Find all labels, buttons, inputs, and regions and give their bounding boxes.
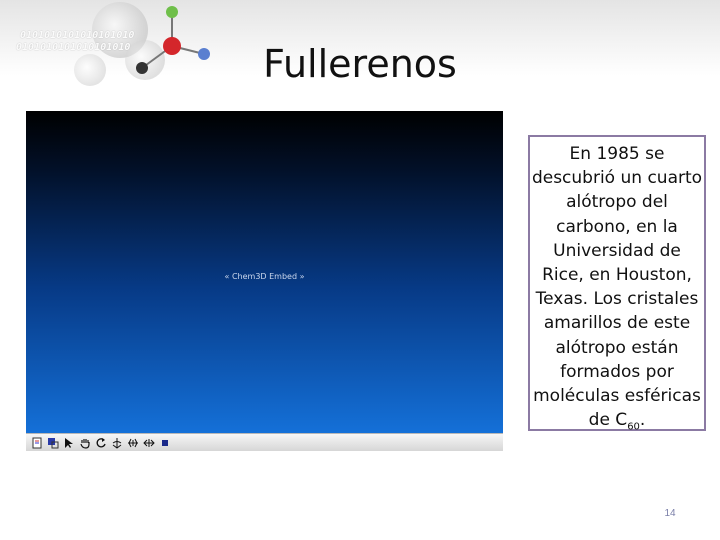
description-text: En 1985 se descubrió un cuarto alótropo …	[531, 142, 703, 432]
rotate-z-icon[interactable]	[142, 436, 155, 450]
stop-icon[interactable]	[158, 436, 171, 450]
chem3d-embed-viewport[interactable]: « Chem3D Embed »	[26, 111, 503, 433]
molecule-model-icon	[74, 2, 210, 86]
rotate-x-icon[interactable]	[110, 436, 123, 450]
chem3d-toolbar	[26, 433, 503, 451]
description-end: .	[639, 410, 646, 431]
page-icon[interactable]	[30, 436, 43, 450]
binary-text-1: 0101010101010101010	[20, 30, 135, 41]
description-textbox: En 1985 se descubrió un cuarto alótropo …	[528, 135, 706, 432]
rotate-icon[interactable]	[94, 436, 107, 450]
formula-subscript: 60	[627, 421, 640, 433]
hand-icon[interactable]	[78, 436, 91, 450]
slide-title: Fullerenos	[263, 42, 457, 86]
page-number: 14	[664, 508, 676, 519]
pointer-arrow-icon[interactable]	[62, 436, 75, 450]
rotate-y-icon[interactable]	[126, 436, 139, 450]
select-icon[interactable]	[46, 436, 59, 450]
description-body: En 1985 se descubrió un cuarto alótropo …	[531, 144, 703, 431]
embed-label: « Chem3D Embed »	[224, 272, 305, 281]
binary-text-2: 0101010101010101010	[16, 42, 131, 53]
header-decoration: 0101010101010101010 0101010101010101010	[0, 0, 230, 110]
